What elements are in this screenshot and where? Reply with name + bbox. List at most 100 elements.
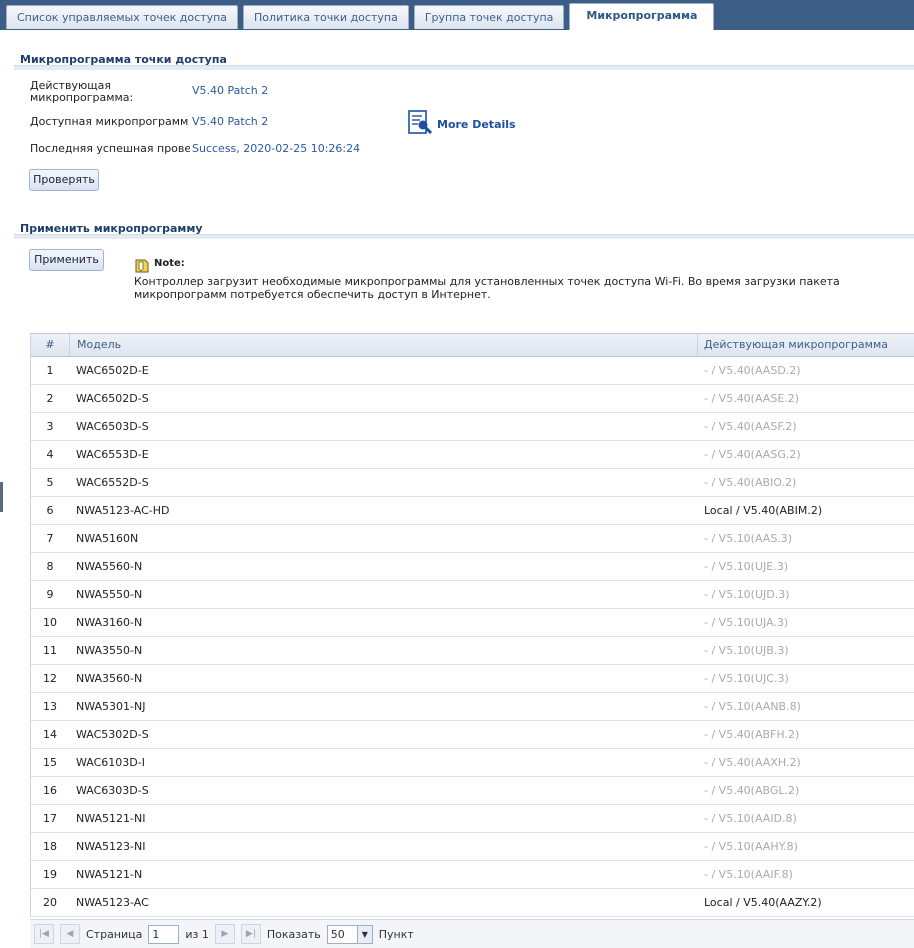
row-firmware: - / V5.10(AANB.8) (704, 700, 801, 713)
table-row[interactable]: 5 WAC6552D-S - / V5.40(ABIO.2) (31, 469, 914, 497)
table-row[interactable]: 2 WAC6502D-S - / V5.40(AASE.2) (31, 385, 914, 413)
more-details-link[interactable]: More Details (407, 110, 516, 139)
table-row[interactable]: 18 NWA5123-NI - / V5.10(AAHY.8) (31, 833, 914, 861)
section-divider (14, 234, 914, 239)
row-model: WAC6103D-I (76, 756, 145, 769)
items-label: Пункт (378, 927, 414, 941)
table-row[interactable]: 13 NWA5301-NJ - / V5.10(AANB.8) (31, 693, 914, 721)
row-model: NWA3160-N (76, 616, 143, 629)
row-number: 4 (46, 448, 54, 461)
row-number: 2 (46, 392, 54, 405)
row-firmware: - / V5.40(AASD.2) (704, 364, 801, 377)
row-number: 5 (46, 476, 54, 489)
table-row[interactable]: 20 NWA5123-AC Local / V5.40(AAZY.2) (31, 889, 914, 917)
table-row[interactable]: 15 WAC6103D-I - / V5.40(AAXH.2) (31, 749, 914, 777)
firmware-table: # Модель Действующая микропрограмма 1 WAC… (30, 333, 914, 917)
apply-button[interactable]: Применить (29, 249, 104, 271)
row-number: 9 (46, 588, 54, 601)
table-row[interactable]: 3 WAC6503D-S - / V5.40(AASF.2) (31, 413, 914, 441)
table-row[interactable]: 19 NWA5121-N - / V5.10(AAIF.8) (31, 861, 914, 889)
row-number: 17 (43, 812, 57, 825)
table-row[interactable]: 1 WAC6502D-E - / V5.40(AASD.2) (31, 357, 914, 385)
tab-bar: Список управляемых точек доступа Политик… (6, 3, 715, 30)
row-model: WAC6553D-E (76, 448, 149, 461)
table-row[interactable]: 10 NWA3160-N - / V5.10(UJA.3) (31, 609, 914, 637)
pagination-bar: |◀ ◀ Страница 1 из 1 ▶ ▶| Показать 50 ▼ … (30, 919, 914, 948)
row-number: 20 (43, 896, 57, 909)
last-page-button[interactable]: ▶| (240, 924, 261, 944)
table-row[interactable]: 16 WAC6303D-S - / V5.40(ABGL.2) (31, 777, 914, 805)
row-number: 13 (43, 700, 57, 713)
table-row[interactable]: 17 NWA5121-NI - / V5.10(AAID.8) (31, 805, 914, 833)
row-number: 6 (46, 504, 54, 517)
row-firmware: - / V5.10(AAIF.8) (704, 868, 793, 881)
row-number: 18 (43, 840, 57, 853)
row-firmware: Local / V5.40(AAZY.2) (704, 896, 822, 909)
row-number: 19 (43, 868, 57, 881)
row-model: WAC6502D-S (76, 392, 149, 405)
show-label: Показать (266, 927, 321, 941)
row-model: WAC6502D-E (76, 364, 149, 377)
table-row[interactable]: 7 NWA5160N - / V5.10(AAS.3) (31, 525, 914, 553)
row-model: NWA5560-N (76, 560, 143, 573)
row-model: NWA5550-N (76, 588, 143, 601)
row-firmware: - / V5.40(ABFH.2) (704, 728, 800, 741)
row-number: 1 (46, 364, 54, 377)
table-row[interactable]: 14 WAC5302D-S - / V5.40(ABFH.2) (31, 721, 914, 749)
table-row[interactable]: 9 NWA5550-N - / V5.10(UJD.3) (31, 581, 914, 609)
page-size-select[interactable]: 50 ▼ (326, 924, 373, 944)
tab-ap-group[interactable]: Группа точек доступа (413, 5, 565, 29)
column-header-model[interactable]: Модель (70, 334, 698, 356)
row-model: NWA5123-NI (76, 840, 146, 853)
row-number: 7 (46, 532, 54, 545)
note-icon (134, 258, 150, 277)
chevron-down-icon: ▼ (356, 925, 372, 943)
row-number: 15 (43, 756, 57, 769)
next-page-button[interactable]: ▶ (214, 924, 235, 944)
row-firmware: - / V5.40(ABIO.2) (704, 476, 797, 489)
tab-managed-ap-list[interactable]: Список управляемых точек доступа (6, 5, 239, 29)
row-firmware: - / V5.40(AASE.2) (704, 392, 800, 405)
document-magnifier-icon (407, 110, 433, 139)
row-firmware: - / V5.10(UJC.3) (704, 672, 789, 685)
row-firmware: - / V5.10(UJA.3) (704, 616, 789, 629)
row-number: 11 (43, 644, 57, 657)
more-details-label: More Details (437, 118, 516, 131)
row-firmware: - / V5.10(AAHY.8) (704, 840, 798, 853)
check-button[interactable]: Проверять (29, 169, 99, 191)
current-firmware-value: V5.40 Patch 2 (192, 84, 269, 97)
row-firmware: - / V5.40(ABGL.2) (704, 784, 800, 797)
column-header-num[interactable]: # (31, 334, 70, 356)
row-number: 10 (43, 616, 57, 629)
note-text: Контроллер загрузит необходимые микропро… (134, 275, 840, 301)
section-divider (14, 65, 914, 70)
column-header-firmware[interactable]: Действующая микропрограмма (698, 334, 888, 356)
table-row[interactable]: 4 WAC6553D-E - / V5.40(AASG.2) (31, 441, 914, 469)
row-model: NWA3560-N (76, 672, 143, 685)
tab-ap-policy[interactable]: Политика точки доступа (243, 5, 409, 29)
prev-page-button[interactable]: ◀ (60, 924, 80, 944)
row-firmware: Local / V5.40(ABIM.2) (704, 504, 823, 517)
row-model: NWA5121-NI (76, 812, 146, 825)
table-row[interactable]: 6 NWA5123-AC-HD Local / V5.40(ABIM.2) (31, 497, 914, 525)
page-number-input[interactable]: 1 (148, 924, 180, 944)
note-box: Note: Контроллер загрузит необходимые ми… (134, 258, 914, 301)
row-number: 12 (43, 672, 57, 685)
row-model: NWA5123-AC-HD (76, 504, 170, 517)
row-firmware: - / V5.10(UJD.3) (704, 588, 790, 601)
table-row[interactable]: 8 NWA5560-N - / V5.10(UJE.3) (31, 553, 914, 581)
table-row[interactable]: 11 NWA3550-N - / V5.10(UJB.3) (31, 637, 914, 665)
row-number: 14 (43, 728, 57, 741)
available-firmware-label: Доступная микропрограмм (30, 115, 189, 128)
page-label: Страница (86, 927, 143, 941)
row-firmware: - / V5.40(AAXH.2) (704, 756, 801, 769)
row-firmware: - / V5.10(UJB.3) (704, 644, 789, 657)
first-page-button[interactable]: |◀ (34, 924, 54, 944)
row-firmware: - / V5.10(AAS.3) (704, 532, 793, 545)
table-row[interactable]: 12 NWA3560-N - / V5.10(UJC.3) (31, 665, 914, 693)
table-header: # Модель Действующая микропрограмма (31, 333, 914, 357)
tab-firmware[interactable]: Микропрограмма (569, 3, 715, 30)
row-firmware: - / V5.40(AASG.2) (704, 448, 801, 461)
row-model: NWA5160N (76, 532, 139, 545)
current-firmware-label: Действующая микропрограмма: (30, 79, 134, 104)
